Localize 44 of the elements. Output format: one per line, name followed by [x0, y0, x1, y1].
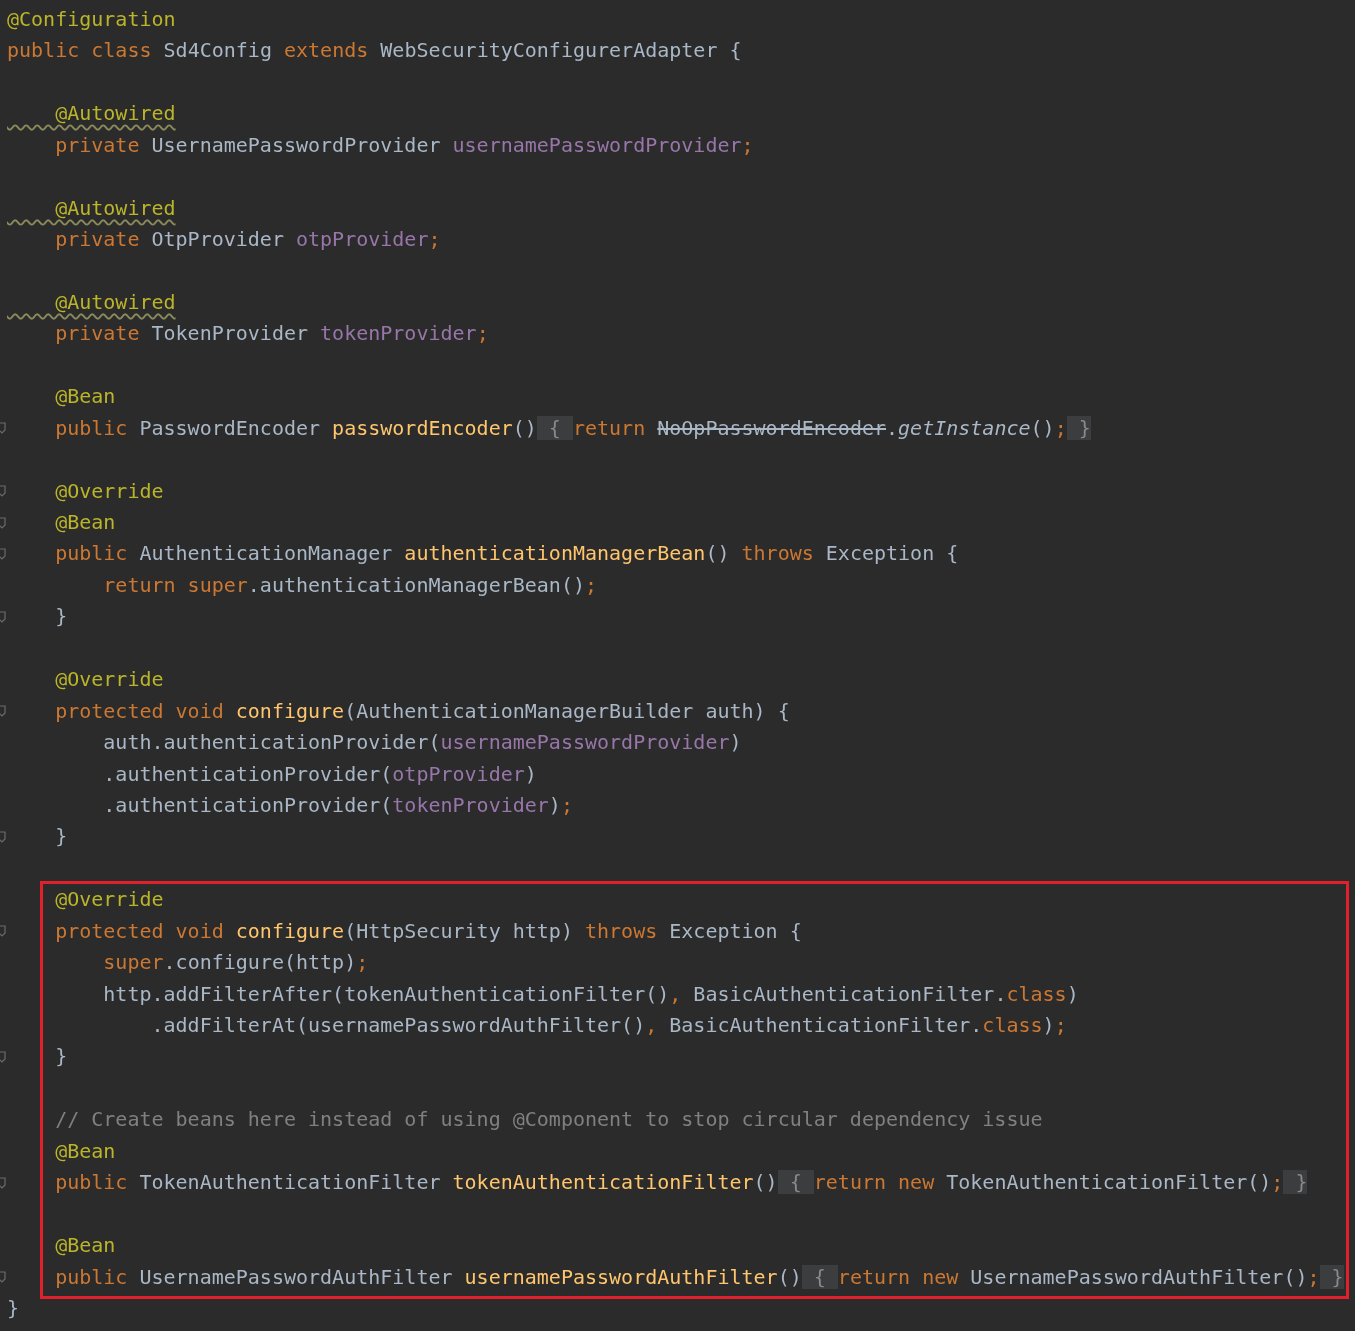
code-line: }	[54, 823, 68, 851]
fold-marker-icon[interactable]	[0, 1271, 6, 1284]
code-line: public TokenAuthenticationFilter tokenAuthenticationFilter() { return new TokenAuthenticationFilter(); }	[54, 1169, 1308, 1197]
fold-marker-icon[interactable]	[0, 831, 6, 844]
fold-marker-icon[interactable]	[0, 925, 6, 938]
fold-marker-icon[interactable]	[0, 516, 6, 529]
fold-marker-icon[interactable]	[0, 611, 6, 624]
code-line: @Configuration	[7, 6, 176, 33]
code-line: public AuthenticationManager authenticationManagerBean() throws Exception {	[54, 540, 959, 568]
code-line: // Create beans here instead of using @Component to stop circular dependency issue	[54, 1106, 1043, 1134]
code-line: private OtpProvider otpProvider;	[54, 226, 441, 254]
code-line: }	[54, 603, 68, 631]
code-line: @Bean	[54, 1137, 116, 1165]
fold-marker-icon[interactable]	[0, 1051, 6, 1064]
code-line: protected void configure(HttpSecurity http) throws Exception {	[54, 917, 802, 945]
code-line: public class Sd4Config extends WebSecurityConfigurerAdapter {	[7, 37, 742, 65]
code-line: http.addFilterAfter(tokenAuthenticationFilter(), BasicAuthenticationFilter.class)	[102, 980, 1079, 1008]
code-line: return super.authenticationManagerBean();	[102, 571, 598, 599]
fold-marker-icon[interactable]	[0, 1176, 6, 1189]
fold-marker-icon[interactable]	[0, 422, 6, 435]
fold-marker-icon[interactable]	[0, 485, 6, 498]
code-line: @Override	[54, 666, 164, 694]
code-line: .authenticationProvider(otpProvider)	[102, 760, 537, 788]
code-line: }	[54, 1043, 68, 1071]
code-line: protected void configure(AuthenticationManagerBuilder auth) {	[54, 697, 790, 725]
code-line: @Bean	[54, 383, 116, 411]
code-line: public UsernamePasswordAuthFilter usernamePasswordAuthFilter() { return new UsernamePasswordAuthFilter(); }	[54, 1263, 1344, 1291]
code-line: .authenticationProvider(tokenProvider);	[102, 791, 573, 819]
code-line: super.configure(http);	[102, 949, 369, 977]
code-line: }	[7, 1294, 20, 1322]
code-line: auth.authenticationProvider(usernamePasswordProvider)	[102, 729, 742, 757]
code-line: @Autowired	[54, 194, 176, 222]
fold-marker-icon[interactable]	[0, 548, 6, 561]
code-line: @Autowired	[54, 100, 176, 128]
code-line: .addFilterAt(usernamePasswordAuthFilter(), BasicAuthenticationFilter.class);	[150, 1012, 1067, 1039]
code-line: @Bean	[54, 1232, 116, 1260]
code-line: @Bean	[54, 509, 116, 536]
code-line: public PasswordEncoder passwordEncoder() { return NoOpPasswordEncoder.getInstance(); }	[54, 414, 1091, 442]
code-line: @Autowired	[54, 288, 176, 316]
code-line: @Override	[54, 886, 164, 914]
code-line: @Override	[54, 477, 164, 505]
code-line: private UsernamePasswordProvider usernamePasswordProvider;	[54, 131, 754, 159]
code-line: private TokenProvider tokenProvider;	[54, 320, 489, 348]
fold-marker-icon[interactable]	[0, 705, 6, 718]
